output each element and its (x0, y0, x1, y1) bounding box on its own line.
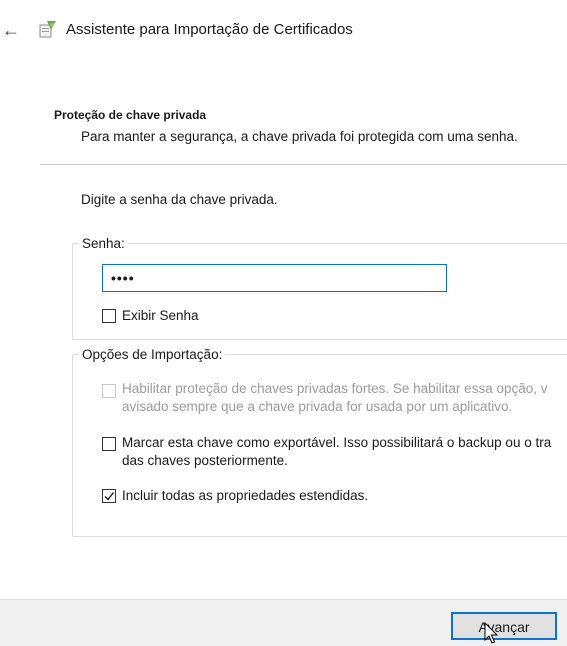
title-bar: ← Assistente para Importação de Certific… (0, 0, 567, 62)
strong-protection-checkbox[interactable] (102, 384, 116, 398)
header-divider (40, 164, 567, 165)
back-arrow-icon[interactable]: ← (2, 20, 20, 40)
certificate-wizard-icon (39, 21, 56, 38)
show-password-checkbox[interactable] (102, 309, 116, 323)
include-extended-properties-checkbox[interactable] (102, 489, 116, 503)
show-password-label[interactable]: Exibir Senha (122, 307, 199, 325)
window-title: Assistente para Importação de Certificad… (66, 21, 353, 38)
checkmark-icon (104, 492, 115, 501)
strong-protection-label-line2: avisado sempre que a chave privada for u… (122, 399, 513, 414)
exportable-key-label-line2[interactable]: das chaves posteriormente. (122, 452, 288, 470)
password-input[interactable]: •••• (102, 264, 447, 292)
section-description: Para manter a segurança, a chave privada… (81, 129, 518, 144)
next-button[interactable]: Avançar (451, 612, 557, 640)
exportable-key-checkbox[interactable] (102, 437, 116, 451)
strong-protection-label-line1: Habilitar proteção de chaves privadas fo… (122, 381, 548, 396)
password-group-legend: Senha: (82, 236, 125, 251)
password-prompt: Digite a senha da chave privada. (81, 192, 278, 207)
section-heading: Proteção de chave privada (54, 108, 207, 122)
include-extended-properties-label[interactable]: Incluir todas as propriedades estendidas… (122, 487, 368, 505)
exportable-key-label-line1[interactable]: Marcar esta chave como exportável. Isso … (122, 434, 551, 452)
import-options-legend: Opções de Importação: (82, 347, 223, 362)
